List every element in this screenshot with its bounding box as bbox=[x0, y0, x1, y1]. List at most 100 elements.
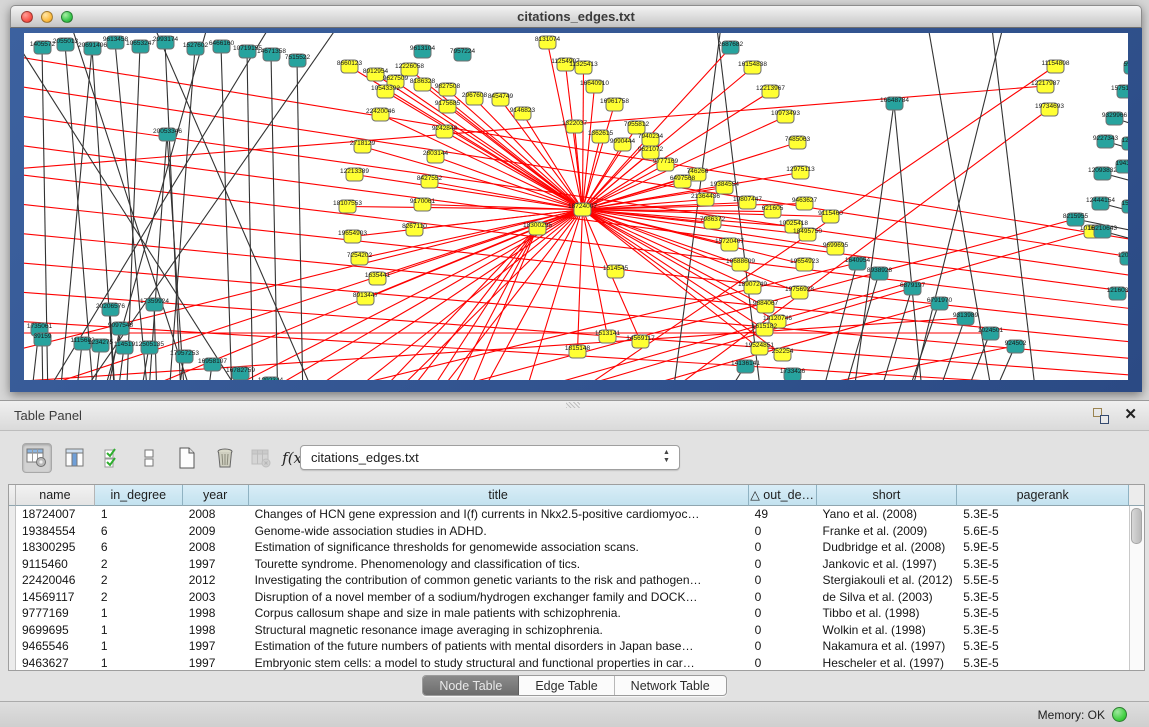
table-cell[interactable]: Estimation of significance thresholds fo… bbox=[249, 539, 749, 556]
window-titlebar[interactable]: citations_edges.txt bbox=[10, 5, 1142, 28]
close-panel-icon[interactable]: ✕ bbox=[1124, 406, 1137, 424]
table-cell[interactable]: 1 bbox=[95, 605, 183, 622]
table-cell[interactable]: 5.3E-5 bbox=[957, 638, 1129, 655]
table-cell[interactable]: 1 bbox=[95, 655, 183, 671]
tab-edge-table[interactable]: Edge Table bbox=[519, 676, 614, 695]
table-cell[interactable]: de Silva et al. (2003) bbox=[817, 589, 958, 606]
table-cell[interactable]: 9699695 bbox=[16, 622, 95, 639]
table-cell[interactable]: 0 bbox=[749, 572, 817, 589]
table-cell[interactable]: Estimation of the future numbers of pati… bbox=[249, 638, 749, 655]
table-cell[interactable]: 2008 bbox=[183, 539, 249, 556]
column-header-title[interactable]: title bbox=[249, 485, 749, 506]
table-cell[interactable]: 9463627 bbox=[16, 655, 95, 671]
table-row[interactable]: 946362711997Embryonic stem cells: a mode… bbox=[9, 655, 1129, 671]
column-header-pagerank[interactable]: pagerank bbox=[957, 485, 1129, 506]
table-cell[interactable]: Tourette syndrome. Phenomenology and cla… bbox=[249, 556, 749, 573]
table-row[interactable]: 2242004622012Investigating the contribut… bbox=[9, 572, 1129, 589]
table-cell[interactable]: 1997 bbox=[183, 638, 249, 655]
table-cell[interactable]: 18300295 bbox=[16, 539, 95, 556]
table-cell[interactable]: 5.5E-5 bbox=[957, 572, 1129, 589]
table-cell[interactable]: 0 bbox=[749, 655, 817, 671]
table-row[interactable]: 1938455462009Genome-wide association stu… bbox=[9, 523, 1129, 540]
table-row[interactable]: 946554611997Estimation of the future num… bbox=[9, 638, 1129, 655]
table-panel-header[interactable]: Table Panel ✕ bbox=[0, 401, 1149, 431]
table-cell[interactable]: 5.3E-5 bbox=[957, 506, 1129, 523]
column-header-in_degree[interactable]: in_degree bbox=[95, 485, 183, 506]
table-cell[interactable]: 0 bbox=[749, 539, 817, 556]
table-cell[interactable]: 9777169 bbox=[16, 605, 95, 622]
table-cell[interactable]: 5.3E-5 bbox=[957, 589, 1129, 606]
table-cell[interactable]: 1 bbox=[95, 506, 183, 523]
table-cell[interactable]: 2012 bbox=[183, 572, 249, 589]
table-cell[interactable]: Yano et al. (2008) bbox=[817, 506, 958, 523]
scrollbar-thumb[interactable] bbox=[1131, 508, 1142, 544]
table-cell[interactable]: 0 bbox=[749, 638, 817, 655]
table-cell[interactable]: Structural magnetic resonance image aver… bbox=[249, 622, 749, 639]
row-options-button[interactable] bbox=[134, 443, 164, 473]
table-cell[interactable]: 2 bbox=[95, 572, 183, 589]
table-cell[interactable]: 0 bbox=[749, 605, 817, 622]
network-canvas[interactable]: 1872400786601238912954122260589627509818… bbox=[24, 33, 1128, 380]
tab-network-table[interactable]: Network Table bbox=[615, 676, 726, 695]
column-header-out_de[interactable]: △ out_de… bbox=[749, 485, 817, 506]
column-header-year[interactable]: year bbox=[183, 485, 249, 506]
table-cell[interactable]: 0 bbox=[749, 589, 817, 606]
table-cell[interactable]: 0 bbox=[749, 523, 817, 540]
table-row[interactable]: 969969511998Structural magnetic resonanc… bbox=[9, 622, 1129, 639]
table-cell[interactable]: 1 bbox=[95, 622, 183, 639]
vertical-scrollbar[interactable] bbox=[1129, 506, 1144, 670]
delete-table-button[interactable] bbox=[246, 443, 276, 473]
table-cell[interactable]: 9465546 bbox=[16, 638, 95, 655]
table-cell[interactable]: Hescheler et al. (1997) bbox=[817, 655, 958, 671]
panel-resize-grip[interactable] bbox=[566, 402, 580, 408]
table-cell[interactable]: Corpus callosum shape and size in male p… bbox=[249, 605, 749, 622]
delete-column-button[interactable] bbox=[210, 443, 240, 473]
table-cell[interactable]: 1997 bbox=[183, 556, 249, 573]
table-cell[interactable]: Jankovic et al. (1997) bbox=[817, 556, 958, 573]
table-cell[interactable]: Dudbridge et al. (2008) bbox=[817, 539, 958, 556]
table-cell[interactable]: Stergiakouli et al. (2012) bbox=[817, 572, 958, 589]
table-cell[interactable]: 0 bbox=[749, 556, 817, 573]
table-cell[interactable]: 14569117 bbox=[16, 589, 95, 606]
new-column-button[interactable] bbox=[172, 443, 202, 473]
table-row[interactable]: 911546021997Tourette syndrome. Phenomeno… bbox=[9, 556, 1129, 573]
column-header-short[interactable]: short bbox=[817, 485, 958, 506]
table-cell[interactable]: 5.3E-5 bbox=[957, 655, 1129, 671]
table-cell[interactable]: Changes of HCN gene expression and I(f) … bbox=[249, 506, 749, 523]
table-cell[interactable]: Genome-wide association studies in ADHD. bbox=[249, 523, 749, 540]
table-cell[interactable]: 1998 bbox=[183, 605, 249, 622]
table-cell[interactable]: 6 bbox=[95, 539, 183, 556]
table-cell[interactable]: 1 bbox=[95, 638, 183, 655]
table-cell[interactable]: 19384554 bbox=[16, 523, 95, 540]
table-cell[interactable]: 49 bbox=[749, 506, 817, 523]
table-cell[interactable]: 18724007 bbox=[16, 506, 95, 523]
network-table-select[interactable]: citations_edges.txt ▲▼ bbox=[300, 445, 680, 470]
table-cell[interactable]: Disruption of a novel member of a sodium… bbox=[249, 589, 749, 606]
column-header-name[interactable]: name bbox=[16, 485, 95, 506]
table-cell[interactable]: 5.3E-5 bbox=[957, 556, 1129, 573]
tab-node-table[interactable]: Node Table bbox=[423, 676, 519, 695]
column-visibility-button[interactable] bbox=[60, 443, 90, 473]
table-mode-button[interactable] bbox=[22, 443, 52, 473]
table-cell[interactable]: 1998 bbox=[183, 622, 249, 639]
table-cell[interactable]: 1997 bbox=[183, 655, 249, 671]
table-cell[interactable]: Franke et al. (2009) bbox=[817, 523, 958, 540]
table-cell[interactable]: 2 bbox=[95, 556, 183, 573]
table-cell[interactable]: 0 bbox=[749, 622, 817, 639]
table-cell[interactable]: 22420046 bbox=[16, 572, 95, 589]
table-cell[interactable]: 2008 bbox=[183, 506, 249, 523]
table-cell[interactable]: 2009 bbox=[183, 523, 249, 540]
table-cell[interactable]: 5.6E-5 bbox=[957, 523, 1129, 540]
table-cell[interactable]: Wolkin et al. (1998) bbox=[817, 622, 958, 639]
table-row[interactable]: 1830029562008Estimation of significance … bbox=[9, 539, 1129, 556]
table-cell[interactable]: Tibbo et al. (1998) bbox=[817, 605, 958, 622]
float-panel-button[interactable] bbox=[1093, 408, 1109, 424]
select-columns-button[interactable] bbox=[98, 443, 128, 473]
table-cell[interactable]: Nakamura et al. (1997) bbox=[817, 638, 958, 655]
table-row[interactable]: 1456911722003Disruption of a novel membe… bbox=[9, 589, 1129, 606]
table-row[interactable]: 1872400712008Changes of HCN gene express… bbox=[9, 506, 1129, 523]
table-row[interactable]: 977716911998Corpus callosum shape and si… bbox=[9, 605, 1129, 622]
table-cell[interactable]: 6 bbox=[95, 523, 183, 540]
table-cell[interactable]: 9115460 bbox=[16, 556, 95, 573]
table-cell[interactable]: Investigating the contribution of common… bbox=[249, 572, 749, 589]
